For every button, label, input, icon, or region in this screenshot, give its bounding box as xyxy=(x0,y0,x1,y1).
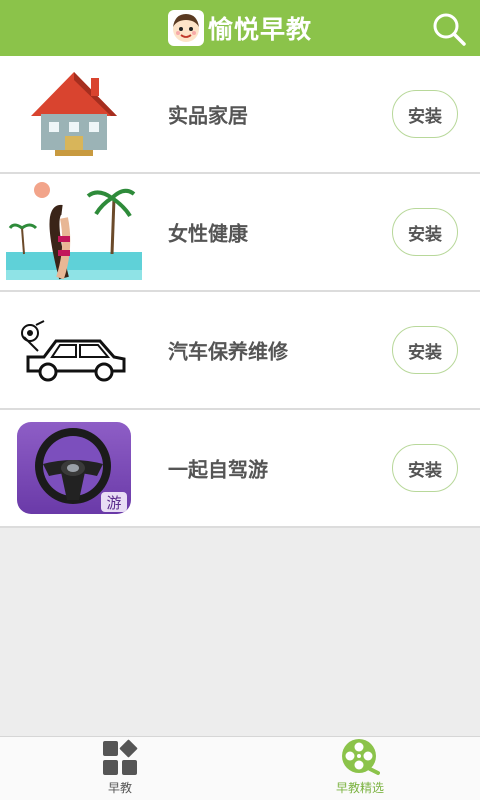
app-name: 汽车保养维修 xyxy=(168,339,288,364)
bottom-tabbar: 早教 早教精选 xyxy=(0,736,480,800)
list-item[interactable]: 游 一起自驾游 安装 xyxy=(0,410,480,528)
grid-icon xyxy=(103,739,138,775)
tab-early-education[interactable]: 早教 xyxy=(0,737,240,800)
app-title: 愉悦早教 xyxy=(207,15,312,44)
install-button[interactable]: 安装 xyxy=(392,444,458,492)
list-item[interactable]: 汽车保养维修 安装 xyxy=(0,292,480,410)
list-item[interactable]: 实品家居 安装 xyxy=(0,56,480,174)
install-button[interactable]: 安装 xyxy=(392,326,458,374)
girl-avatar-icon xyxy=(167,10,204,46)
app-name: 一起自驾游 xyxy=(168,457,268,482)
tab-label: 早教精选 xyxy=(335,781,384,795)
app-name: 实品家居 xyxy=(168,103,248,128)
search-icon[interactable] xyxy=(430,10,468,48)
install-button[interactable]: 安装 xyxy=(392,90,458,138)
tab-featured[interactable]: 早教精选 xyxy=(240,737,480,800)
car-icon xyxy=(4,295,144,405)
beach-woman-icon xyxy=(4,177,144,287)
film-reel-icon xyxy=(342,739,380,775)
install-button[interactable]: 安装 xyxy=(392,208,458,256)
steering-wheel-icon: 游 xyxy=(4,413,144,523)
house-icon xyxy=(4,59,144,169)
app-list: 实品家居 安装 女性健康 安装 汽车保养维修 安装 游 一起自驾游 安装 xyxy=(0,56,480,528)
badge-label: 游 xyxy=(106,494,121,512)
tab-label: 早教 xyxy=(107,781,132,795)
list-item[interactable]: 女性健康 安装 xyxy=(0,174,480,292)
app-name: 女性健康 xyxy=(168,221,248,246)
app-header: 愉悦早教 xyxy=(0,0,480,56)
